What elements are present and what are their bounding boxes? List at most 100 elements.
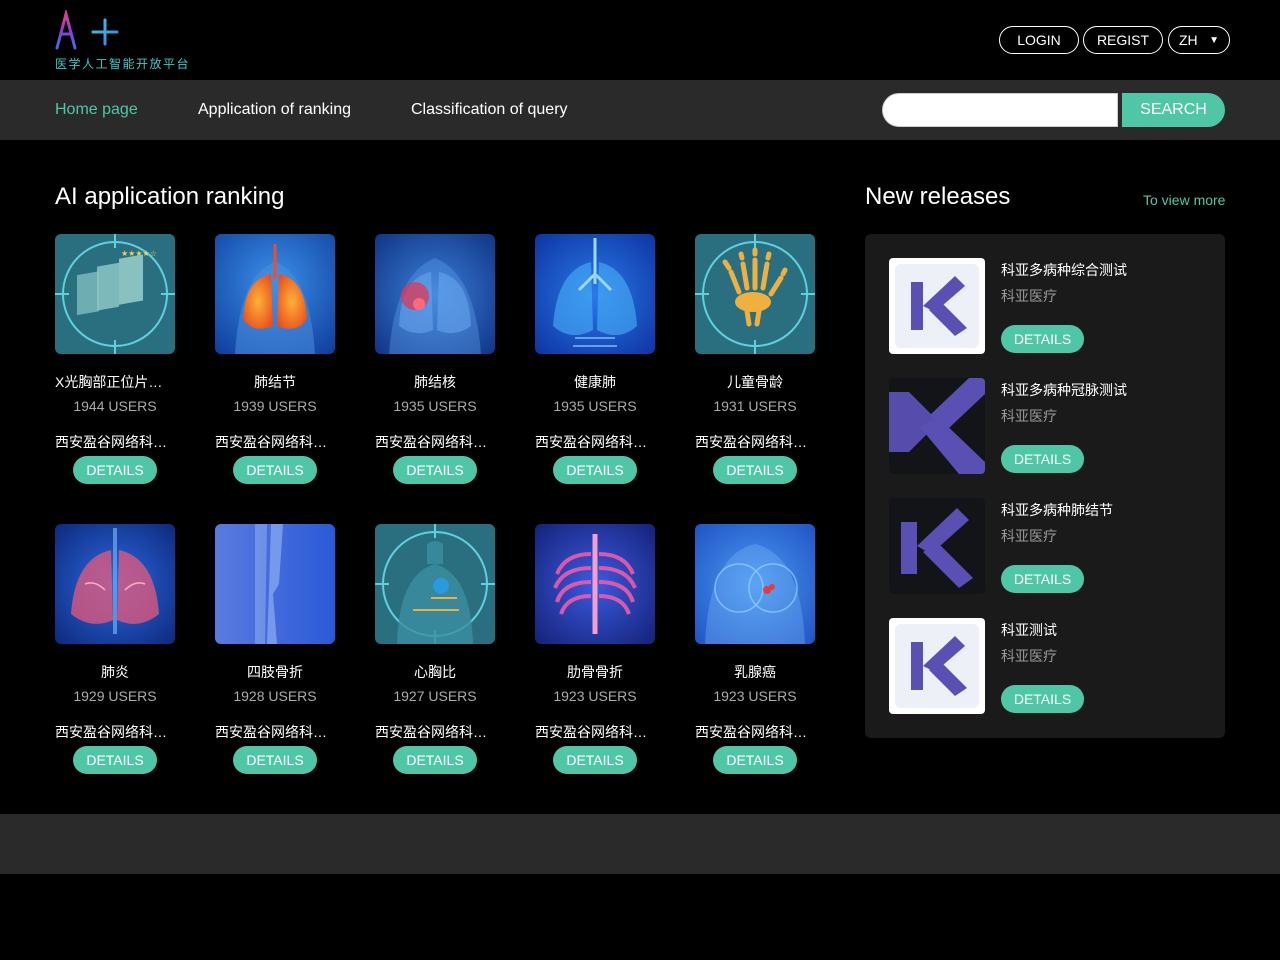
release-name: 科亚多病种冠脉测试 [1001, 382, 1127, 398]
nav-classification-query[interactable]: Classification of query [411, 101, 568, 119]
app-name: 肺炎 [101, 664, 129, 680]
app-users: 1935 USERS [393, 398, 477, 414]
svg-text:★★★★☆: ★★★★☆ [121, 249, 157, 258]
language-value: ZH [1179, 32, 1198, 48]
details-button[interactable]: DETAILS [713, 456, 797, 484]
keya-logo-icon[interactable] [889, 618, 985, 714]
nav-application-ranking[interactable]: Application of ranking [198, 101, 351, 119]
release-name: 科亚测试 [1001, 622, 1057, 638]
app-card: ★★★★☆ X光胸部正位片质控 1944 USERS 西安盈谷网络科技有限公司 … [55, 234, 175, 484]
app-name: 四肢骨折 [247, 664, 303, 680]
view-more-link[interactable]: To view more [1143, 192, 1225, 208]
keya-logo-icon[interactable] [889, 258, 985, 354]
app-org: 西安盈谷网络科技有限公司 [535, 724, 655, 740]
release-item: 科亚多病种肺结节 科亚医疗 DETAILS [889, 498, 1209, 594]
release-org: 科亚医疗 [1001, 288, 1057, 304]
app-users: 1929 USERS [73, 688, 157, 704]
app-name: 心胸比 [414, 664, 456, 680]
chest-xray-film-icon[interactable]: ★★★★☆ [55, 234, 175, 354]
release-item: 科亚测试 科亚医疗 DETAILS [889, 618, 1209, 714]
keya-logo-icon[interactable] [889, 498, 985, 594]
pneumonia-lung-icon[interactable] [55, 524, 175, 644]
search-input[interactable] [882, 93, 1118, 127]
app-name: 健康肺 [574, 374, 616, 390]
breast-cancer-icon[interactable] [695, 524, 815, 644]
app-org: 西安盈谷网络科技有限公司 [375, 434, 495, 450]
nav-home-page[interactable]: Home page [55, 101, 138, 119]
app-users: 1928 USERS [233, 688, 317, 704]
app-card: 心胸比 1927 USERS 西安盈谷网络科技有限公司 DETAILS [375, 524, 495, 774]
app-name: 肺结节 [254, 374, 296, 390]
app-users: 1944 USERS [73, 398, 157, 414]
app-org: 西安盈谷网络科技有限公司 [695, 724, 815, 740]
release-name: 科亚多病种肺结节 [1001, 502, 1113, 518]
app-card: 乳腺癌 1923 USERS 西安盈谷网络科技有限公司 DETAILS [695, 524, 815, 774]
header: 医学人工智能开放平台 LOGIN REGIST ZH ▼ [0, 0, 1280, 80]
details-button[interactable]: DETAILS [393, 746, 477, 774]
details-button[interactable]: DETAILS [1001, 325, 1084, 353]
app-users: 1927 USERS [393, 688, 477, 704]
app-card: 四肢骨折 1928 USERS 西安盈谷网络科技有限公司 DETAILS [215, 524, 335, 774]
chevron-down-icon: ▼ [1209, 34, 1219, 46]
release-org: 科亚医疗 [1001, 408, 1057, 424]
keya-logo-icon[interactable] [889, 378, 985, 474]
details-button[interactable]: DETAILS [233, 746, 317, 774]
app-org: 西安盈谷网络科技有限公司 [695, 434, 815, 450]
child-hand-bone-icon[interactable] [695, 234, 815, 354]
details-button[interactable]: DETAILS [553, 456, 637, 484]
app-users: 1939 USERS [233, 398, 317, 414]
app-org: 西安盈谷网络科技有限公司 [535, 434, 655, 450]
app-org: 西安盈谷网络科技有限公司 [375, 724, 495, 740]
app-org: 西安盈谷网络科技有限公司 [55, 724, 175, 740]
rib-fracture-icon[interactable] [535, 524, 655, 644]
app-users: 1923 USERS [553, 688, 637, 704]
app-card: 肺炎 1929 USERS 西安盈谷网络科技有限公司 DETAILS [55, 524, 175, 774]
app-card: 儿童骨龄 1931 USERS 西安盈谷网络科技有限公司 DETAILS [695, 234, 815, 484]
footer [0, 814, 1280, 874]
login-button[interactable]: LOGIN [999, 26, 1079, 54]
details-button[interactable]: DETAILS [1001, 565, 1084, 593]
limb-fracture-icon[interactable] [215, 524, 335, 644]
app-users: 1935 USERS [553, 398, 637, 414]
site-logo[interactable]: 医学人工智能开放平台 [55, 10, 205, 72]
details-button[interactable]: DETAILS [1001, 685, 1084, 713]
logo-subtitle: 医学人工智能开放平台 [55, 57, 191, 71]
app-name: 肋骨骨折 [567, 664, 623, 680]
app-card: 肋骨骨折 1923 USERS 西安盈谷网络科技有限公司 DETAILS [535, 524, 655, 774]
details-button[interactable]: DETAILS [553, 746, 637, 774]
details-button[interactable]: DETAILS [233, 456, 317, 484]
app-card: 肺结核 1935 USERS 西安盈谷网络科技有限公司 DETAILS [375, 234, 495, 484]
ai-plus-logo-icon [55, 10, 119, 50]
app-name: 肺结核 [414, 374, 456, 390]
app-org: 西安盈谷网络科技有限公司 [55, 434, 175, 450]
ranking-title: AI application ranking [55, 183, 285, 210]
release-name: 科亚多病种综合测试 [1001, 262, 1127, 278]
app-card: 肺结节 1939 USERS 西安盈谷网络科技有限公司 DETAILS [215, 234, 335, 484]
release-item: 科亚多病种综合测试 科亚医疗 DETAILS [889, 258, 1209, 354]
details-button[interactable]: DETAILS [73, 456, 157, 484]
tuberculosis-lung-icon[interactable] [375, 234, 495, 354]
details-button[interactable]: DETAILS [1001, 445, 1084, 473]
releases-title: New releases [865, 183, 1011, 210]
app-card: 健康肺 1935 USERS 西安盈谷网络科技有限公司 DETAILS [535, 234, 655, 484]
language-select[interactable]: ZH ▼ [1168, 26, 1230, 54]
healthy-lung-icon[interactable] [535, 234, 655, 354]
app-name: 儿童骨龄 [727, 374, 783, 390]
new-releases-panel: 科亚多病种综合测试 科亚医疗 DETAILS 科亚多病种冠脉测试 科亚医疗 DE… [865, 234, 1225, 738]
app-name: 乳腺癌 [734, 664, 776, 680]
details-button[interactable]: DETAILS [393, 456, 477, 484]
lung-nodule-icon[interactable] [215, 234, 335, 354]
app-org: 西安盈谷网络科技有限公司 [215, 724, 335, 740]
app-name: X光胸部正位片质控 [55, 374, 175, 390]
release-item: 科亚多病种冠脉测试 科亚医疗 DETAILS [889, 378, 1209, 474]
release-org: 科亚医疗 [1001, 528, 1057, 544]
details-button[interactable]: DETAILS [73, 746, 157, 774]
details-button[interactable]: DETAILS [713, 746, 797, 774]
app-users: 1923 USERS [713, 688, 797, 704]
app-org: 西安盈谷网络科技有限公司 [215, 434, 335, 450]
search-button[interactable]: SEARCH [1122, 93, 1225, 127]
release-org: 科亚医疗 [1001, 648, 1057, 664]
cardiothoracic-ratio-icon[interactable] [375, 524, 495, 644]
app-users: 1931 USERS [713, 398, 797, 414]
register-button[interactable]: REGIST [1083, 26, 1163, 54]
